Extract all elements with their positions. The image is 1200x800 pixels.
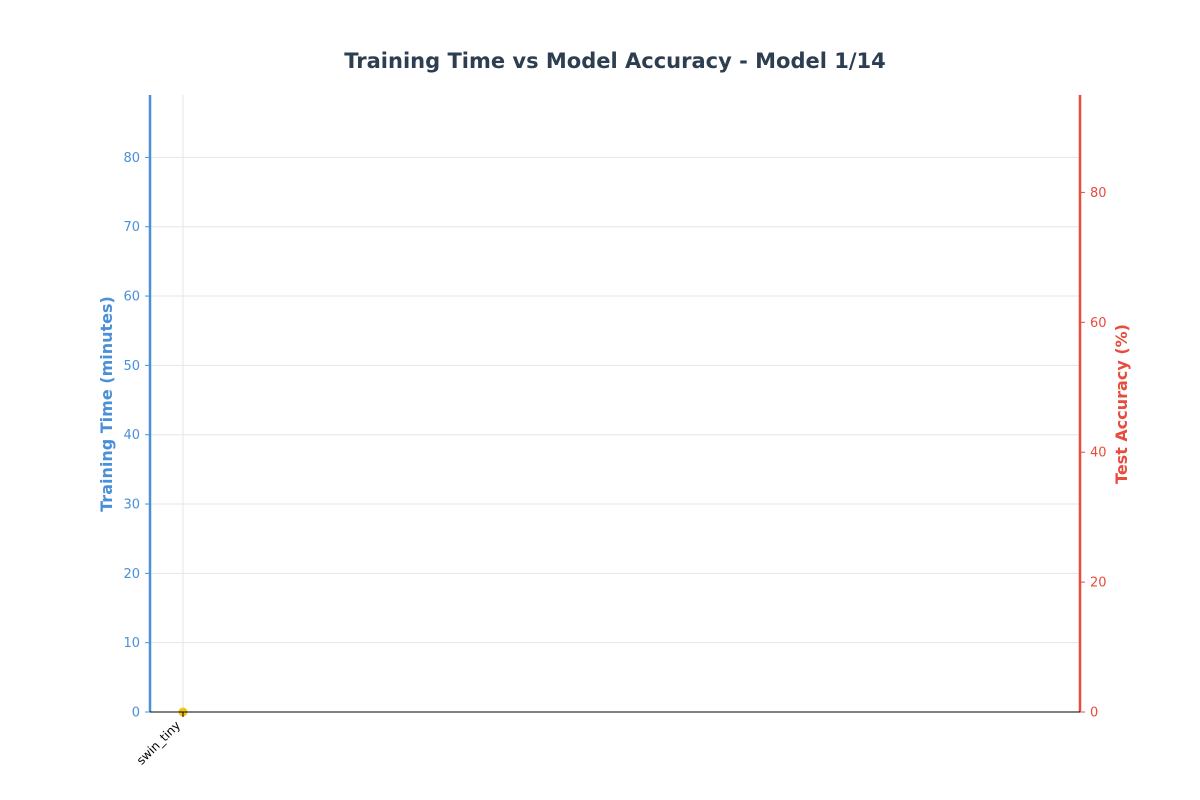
grid-layer	[150, 95, 1080, 712]
y-left-tick-label: 30	[123, 498, 140, 513]
y-axis-left-label: Training Time (minutes)	[97, 296, 116, 512]
y-left-tick-label: 60	[123, 290, 140, 305]
y-right-tick-label: 20	[1090, 576, 1107, 591]
y-right-tick-label: 0	[1090, 706, 1098, 721]
y-left-tick-label: 70	[123, 220, 140, 235]
x-tick-label: swin_tiny	[134, 718, 183, 767]
y-left-tick-label: 20	[123, 567, 140, 582]
y-left-tick-label: 40	[123, 428, 140, 443]
chart-container: Training Time vs Model Accuracy - Model …	[0, 0, 1200, 800]
axis-layer: 0 10 20 30 40 50 60 70 80 0 20 40 60 80 swin_tiny	[123, 95, 1107, 768]
chart-title: Training Time vs Model Accuracy - Model …	[344, 49, 885, 73]
y-left-tick-label: 50	[123, 359, 140, 374]
chart-svg: Training Time vs Model Accuracy - Model …	[97, 49, 1131, 768]
y-left-tick-label: 0	[132, 706, 140, 721]
y-right-tick-label: 60	[1090, 316, 1107, 331]
y-right-tick-label: 40	[1090, 446, 1107, 461]
y-axis-right-label: Test Accuracy (%)	[1112, 324, 1131, 484]
y-right-tick-label: 80	[1090, 186, 1107, 201]
y-left-tick-label: 80	[123, 151, 140, 166]
y-left-tick-label: 10	[123, 636, 140, 651]
